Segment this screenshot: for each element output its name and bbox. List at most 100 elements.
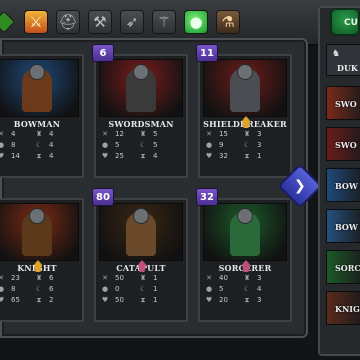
defense-icon: ♜	[243, 130, 251, 138]
tab-crossed-swords-icon[interactable]: ⚔	[24, 10, 48, 34]
unit-card-shieldbreaker[interactable]: 11SHIELDBREAKER✕15♜3●9☾3♥32⧗1	[196, 44, 292, 178]
unit-portrait	[203, 203, 287, 261]
sidebar-unit-item[interactable]: SWO	[326, 127, 360, 161]
unit-card-sorcerer[interactable]: 32SORCERER✕40♜3●5☾4♥20⧗3	[196, 188, 292, 322]
unit-card-catapult[interactable]: 80CATAPULT✕50♜1●0☾1♥50⧗1	[92, 188, 188, 322]
staff-icon: ⚚	[157, 13, 171, 31]
tab-diamond-icon[interactable]	[0, 10, 16, 34]
level-badge: 11	[196, 44, 218, 62]
range-icon: ☾	[243, 285, 251, 293]
unit-stats: ✕ 12 ♜ 5 ● 5 ☾ 5 ♥ 25 ⧗ 4	[100, 130, 184, 161]
range-icon: ☾	[35, 285, 43, 293]
potion-icon: ⚗	[221, 13, 235, 31]
tab-green-orb-icon[interactable]: ●	[184, 10, 208, 34]
cost-icon: ⧗	[36, 152, 42, 160]
unit-portrait	[99, 59, 183, 117]
unit-card-knight[interactable]: KNIGHT✕23♜6●8☾6♥65⧗2	[0, 198, 84, 322]
speed-icon: ●	[101, 141, 109, 149]
speed-icon: ●	[0, 285, 5, 293]
health-icon: ♥	[101, 152, 109, 160]
sidebar-unit-item[interactable]: KNIG	[326, 291, 360, 325]
stat-value: 2	[49, 296, 54, 304]
defense-icon: ♜	[139, 130, 147, 138]
defense-icon: ♜	[243, 274, 251, 282]
stat-value: 4	[49, 152, 54, 160]
unit-card-bowman[interactable]: BOWMAN ✕ 4 ♜ 4 ● 8 ☾ 4 ♥ 14 ⧗ 4	[0, 54, 84, 178]
unit-card-swordsman[interactable]: 6 SWORDSMAN ✕ 12 ♜ 5 ● 5 ☾ 5 ♥ 25 ⧗ 4	[92, 44, 188, 178]
stat-value: 1	[257, 152, 262, 160]
speed-icon: ●	[205, 141, 213, 149]
unit-stats: ✕ 50 ♜ 1 ● 0 ☾ 1 ♥ 50 ⧗ 1	[100, 274, 184, 305]
unit-portrait	[203, 59, 287, 117]
stat-value: 65	[11, 296, 20, 304]
sidebar-unit-item[interactable]: SORC	[326, 250, 360, 284]
green-orb-icon: ●	[189, 13, 203, 31]
stat-value: 1	[153, 296, 158, 304]
chevron-right-icon: ❯	[294, 177, 306, 194]
stat-value: 3	[257, 296, 262, 304]
stat-value: 5	[115, 141, 120, 149]
stat-value: 1	[153, 274, 158, 282]
sidebar-unit-item[interactable]: BOW	[326, 209, 360, 243]
cost-icon: ⧗	[244, 296, 250, 304]
attack-icon: ✕	[206, 130, 212, 138]
stat-value: 4	[49, 141, 54, 149]
stat-value: 9	[219, 141, 224, 149]
unit-stats: ✕ 4 ♜ 4 ● 8 ☾ 4 ♥ 14 ⧗ 4	[0, 130, 80, 161]
unit-roster-panel: BOWMAN ✕ 4 ♜ 4 ● 8 ☾ 4 ♥ 14 ⧗ 4 6 SWORDSMAN ✕ 12 ♜ 5 ● 5 ☾ 5 ♥ 2…	[0, 38, 308, 338]
stat-value: 23	[11, 274, 20, 282]
sidebar-header-card[interactable]: ♞ DUK	[326, 44, 360, 76]
crossbow-icon: ➶	[125, 13, 139, 31]
stat-value: 50	[115, 296, 124, 304]
stat-value: 1	[153, 285, 158, 293]
attack-icon: ✕	[0, 274, 4, 282]
unit-stats: ✕ 15 ♜ 3 ● 9 ☾ 3 ♥ 32 ⧗ 1	[204, 130, 288, 161]
unit-portrait	[0, 59, 79, 117]
stat-value: 20	[219, 296, 228, 304]
defense-icon: ♜	[35, 130, 43, 138]
sidebar-unit-label: SORC	[335, 263, 360, 273]
range-icon: ☾	[139, 285, 147, 293]
health-icon: ♥	[101, 296, 109, 304]
attack-icon: ✕	[102, 130, 108, 138]
tab-hammer-icon[interactable]: ⚒	[88, 10, 112, 34]
tab-staff-icon[interactable]: ⚚	[152, 10, 176, 34]
sidebar-unit-label: BOW	[335, 181, 358, 191]
speed-icon: ●	[0, 141, 5, 149]
sidebar-unit-label: SWO	[335, 99, 357, 109]
unit-portrait	[99, 203, 183, 261]
sidebar-header-label: DUK	[337, 63, 358, 73]
speed-icon: ●	[101, 285, 109, 293]
stat-value: 15	[219, 130, 228, 138]
range-icon: ☾	[35, 141, 43, 149]
stat-value: 0	[115, 285, 120, 293]
attack-icon: ✕	[0, 130, 4, 138]
stat-value: 5	[153, 130, 158, 138]
health-icon: ♥	[0, 296, 5, 304]
stat-value: 5	[219, 285, 224, 293]
stat-value: 40	[219, 274, 228, 282]
stat-value: 3	[257, 130, 262, 138]
health-icon: ♥	[205, 152, 213, 160]
tab-crossbow-icon[interactable]: ➶	[120, 10, 144, 34]
defense-icon: ♜	[35, 274, 43, 282]
hammer-icon: ⚒	[93, 13, 107, 31]
sidebar-tab[interactable]: CU	[330, 8, 360, 36]
stat-value: 14	[11, 152, 20, 160]
range-icon: ☾	[139, 141, 147, 149]
unit-stats: ✕ 40 ♜ 3 ● 5 ☾ 4 ♥ 20 ⧗ 3	[204, 274, 288, 305]
stat-value: 50	[115, 274, 124, 282]
level-badge: 6	[92, 44, 114, 62]
stat-value: 4	[11, 130, 16, 138]
sidebar-unit-label: BOW	[335, 222, 358, 232]
stat-value: 4	[49, 130, 54, 138]
health-icon: ♥	[205, 296, 213, 304]
stat-value: 4	[257, 285, 262, 293]
stat-value: 8	[11, 285, 16, 293]
sidebar-unit-item[interactable]: SWO	[326, 86, 360, 120]
tab-potion-icon[interactable]: ⚗	[216, 10, 240, 34]
tab-helmet-icon[interactable]: ⛑	[56, 10, 80, 34]
stat-value: 8	[11, 141, 16, 149]
sidebar-unit-item[interactable]: BOW	[326, 168, 360, 202]
helmet-icon: ⛑	[58, 13, 78, 31]
